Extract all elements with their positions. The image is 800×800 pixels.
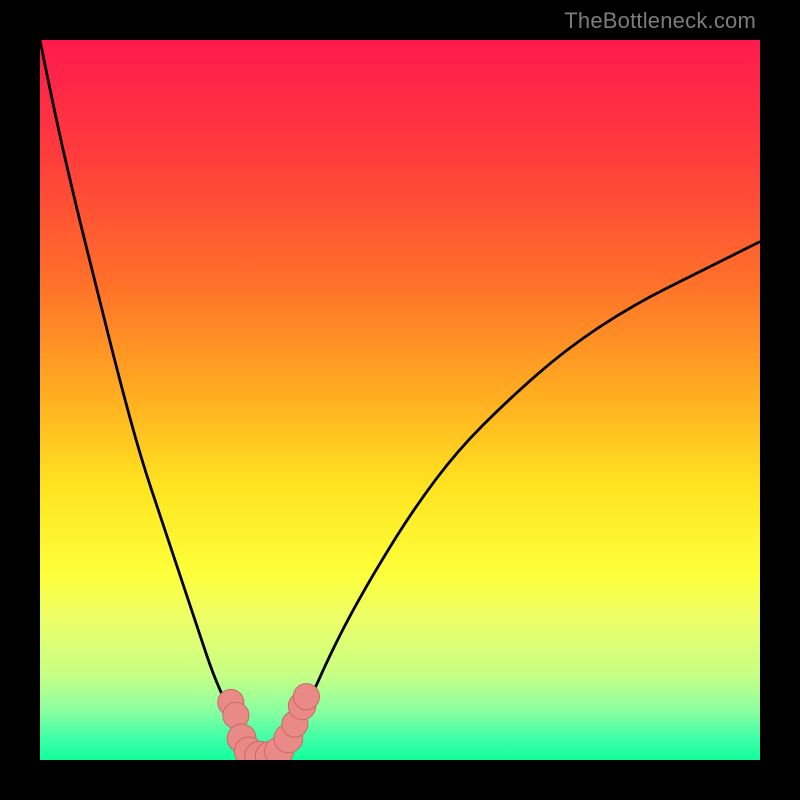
background-gradient <box>40 40 760 760</box>
curve-marker <box>293 684 319 710</box>
chart-svg <box>40 40 760 760</box>
chart-frame: TheBottleneck.com <box>0 0 800 800</box>
plot-area <box>40 40 760 760</box>
watermark-text: TheBottleneck.com <box>564 8 756 34</box>
